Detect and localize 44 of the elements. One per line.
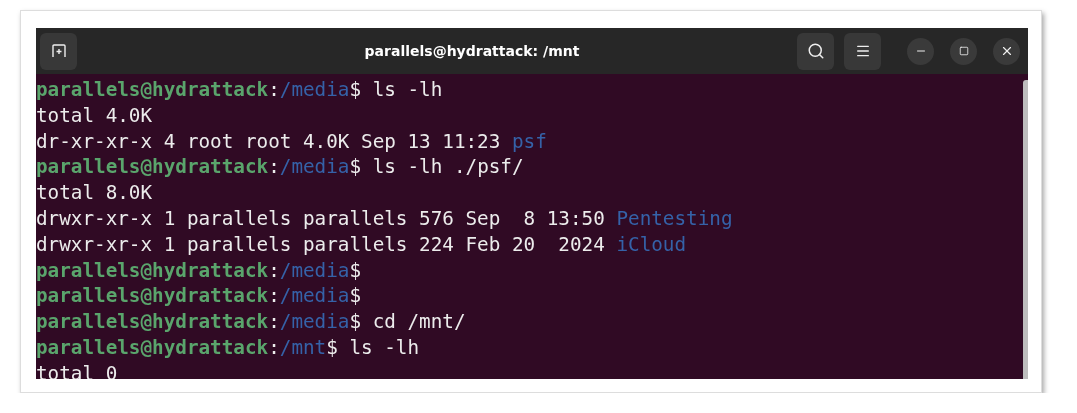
- prompt-user: parallels@hydrattack: [36, 284, 269, 308]
- minimize-button[interactable]: [907, 37, 934, 65]
- maximize-icon: [958, 46, 969, 56]
- prompt-path: /mnt: [279, 335, 327, 359]
- new-tab-icon: [50, 43, 67, 59]
- directory-name: iCloud: [616, 232, 687, 256]
- terminal-text: $: [349, 258, 362, 282]
- prompt-user: parallels@hydrattack: [36, 310, 269, 334]
- search-button[interactable]: [797, 32, 834, 70]
- directory-name: Pentesting: [616, 207, 733, 230]
- new-tab-button[interactable]: [40, 32, 77, 70]
- prompt-user: parallels@hydrattack: [36, 258, 269, 282]
- prompt-user: parallels@hydrattack: [36, 155, 269, 179]
- prompt-path: /media: [279, 155, 350, 179]
- menu-icon: [854, 43, 871, 59]
- menu-button[interactable]: [844, 32, 881, 70]
- terminal-text: $ cd /mnt/: [349, 310, 466, 334]
- terminal-text: $: [349, 284, 362, 308]
- terminal-text: drwxr-xr-x 1 parallels parallels 224 Feb 20 2024: [36, 232, 606, 256]
- prompt-path: /media: [279, 258, 350, 282]
- prompt-user: parallels@hydrattack: [36, 335, 269, 359]
- terminal-text: :: [268, 155, 280, 179]
- scrollbar[interactable]: [1023, 80, 1028, 379]
- terminal-text: total 4.0K: [36, 103, 153, 127]
- search-icon: [806, 42, 825, 60]
- terminal-text: drwxr-xr-x 1 parallels parallels 576 Sep 8 13:50: [36, 207, 606, 230]
- window-title: parallels@hydrattack: /mnt: [363, 43, 581, 59]
- terminal-text: :: [268, 258, 280, 282]
- prompt-path: /media: [279, 284, 350, 308]
- prompt-path: /media: [279, 310, 350, 334]
- close-button[interactable]: [993, 37, 1020, 65]
- directory-name: psf: [511, 129, 547, 153]
- maximize-button[interactable]: [950, 37, 977, 65]
- terminal-text: dr-xr-xr-x 4 root root 4.0K Sep 13 11:23: [36, 129, 502, 153]
- prompt-path: /media: [279, 78, 350, 101]
- terminal-text: total 8.0K: [36, 181, 153, 205]
- terminal-text: :: [268, 78, 280, 101]
- terminal-text: :: [268, 284, 280, 308]
- terminal-text: :: [268, 335, 280, 359]
- terminal-text: $ ls -lh ./psf/: [349, 155, 524, 179]
- prompt-user: parallels@hydrattack: [36, 78, 269, 101]
- terminal-text: $ ls -lh: [326, 335, 420, 359]
- terminal-text: :: [268, 310, 280, 334]
- terminal-text: $ ls -lh: [349, 78, 443, 101]
